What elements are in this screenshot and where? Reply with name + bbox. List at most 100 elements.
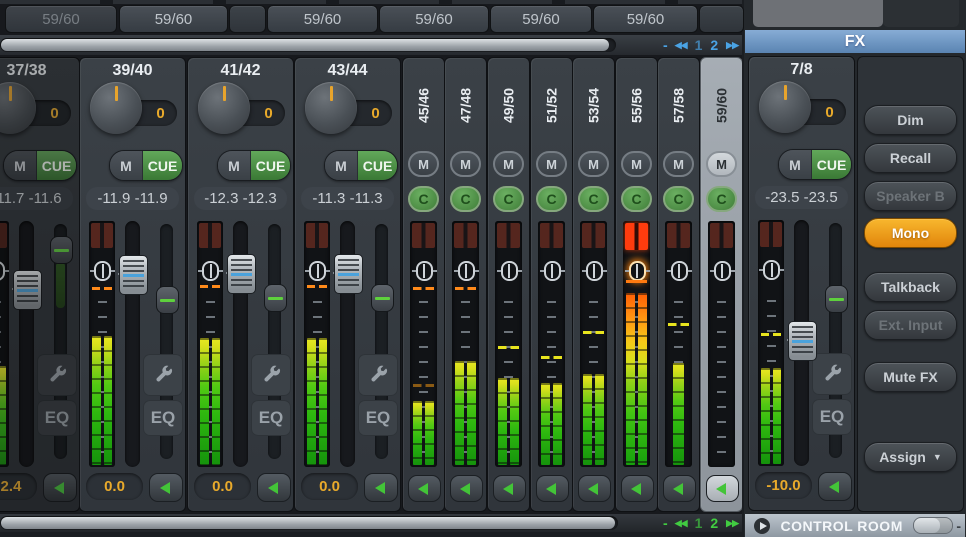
level-meter-track[interactable] <box>665 221 692 467</box>
scrollbar-thumb-top[interactable] <box>1 39 609 51</box>
pan-button[interactable] <box>257 473 291 502</box>
pan-button[interactable] <box>818 472 852 501</box>
scroll-first-icon[interactable]: ◀◀ <box>675 40 687 51</box>
mini-fader-zero-handle[interactable] <box>671 261 688 281</box>
cue-button[interactable]: CUE <box>143 151 182 180</box>
volume-fader-handle[interactable] <box>334 254 363 294</box>
fader-gain-value[interactable]: 0.0 <box>301 473 358 500</box>
fx-send-handle[interactable] <box>156 286 179 314</box>
recall-button[interactable]: Recall <box>864 143 957 173</box>
dim-button[interactable]: Dim <box>864 105 957 135</box>
mini-fader-zero-handle[interactable] <box>544 261 561 281</box>
mute-button[interactable]: M <box>536 151 567 177</box>
volume-fader-handle[interactable] <box>119 255 148 295</box>
horizontal-scrollbar-top[interactable] <box>0 38 616 52</box>
cue-button[interactable]: CUE <box>251 151 290 180</box>
control-room-toggle[interactable] <box>913 517 953 534</box>
scroll-last-icon[interactable]: ▶▶ <box>726 518 738 529</box>
pan-button[interactable] <box>43 473 77 502</box>
output-tab-spacer[interactable] <box>229 5 266 33</box>
scroll-last-icon[interactable]: ▶▶ <box>726 40 738 51</box>
output-assign-tab[interactable]: 59/60 <box>490 5 592 33</box>
mute-button[interactable]: M <box>663 151 694 177</box>
level-meter-track[interactable] <box>452 221 479 467</box>
level-meter-track[interactable] <box>495 221 522 467</box>
pan-button[interactable] <box>149 473 183 502</box>
mute-button[interactable]: M <box>493 151 524 177</box>
ext-input-button[interactable]: Ext. Input <box>864 310 957 340</box>
page-button-1[interactable]: 1 <box>695 37 703 53</box>
mute-button[interactable]: M <box>218 151 251 180</box>
output-tab-spacer[interactable] <box>699 5 744 33</box>
cue-button[interactable]: C <box>706 186 737 212</box>
output-assign-tab[interactable]: 59/60 <box>593 5 698 33</box>
channel-settings-button[interactable] <box>143 354 183 396</box>
pan-button[interactable] <box>706 475 739 502</box>
mute-button[interactable]: M <box>450 151 481 177</box>
cue-button[interactable]: C <box>663 186 694 212</box>
mini-fader-zero-handle[interactable] <box>458 261 475 281</box>
scroll-first-icon[interactable]: ◀◀ <box>675 518 687 529</box>
cue-button[interactable]: C <box>536 186 567 212</box>
mini-fader-zero-handle[interactable] <box>501 261 518 281</box>
control-room-expand-button[interactable] <box>754 518 770 534</box>
eq-button[interactable]: EQ <box>37 400 77 436</box>
output-assign-tab[interactable]: 59/60 <box>379 5 489 33</box>
cue-button[interactable]: CUE <box>358 151 397 180</box>
pan-button[interactable] <box>364 473 398 502</box>
mini-fader-zero-handle[interactable] <box>629 261 646 281</box>
eq-button[interactable]: EQ <box>251 400 291 436</box>
output-assign-tab[interactable]: 59/60 <box>267 5 378 33</box>
gain-knob[interactable] <box>90 82 142 134</box>
cue-button[interactable]: C <box>450 186 481 212</box>
fx-send-handle[interactable] <box>825 285 848 313</box>
fader-gain-value[interactable]: -10.0 <box>755 472 812 499</box>
scroll-minus-button[interactable]: - <box>663 37 667 53</box>
cue-button[interactable]: CUE <box>37 151 76 180</box>
cue-button[interactable]: C <box>621 186 652 212</box>
gain-knob[interactable] <box>305 82 357 134</box>
gain-knob[interactable] <box>759 81 811 133</box>
cue-button[interactable]: C <box>578 186 609 212</box>
mini-fader-zero-handle[interactable] <box>416 261 433 281</box>
pan-button[interactable] <box>663 475 696 502</box>
scroll-minus-button[interactable]: - <box>663 515 667 531</box>
cue-button[interactable]: C <box>408 186 439 212</box>
fx-panel-title[interactable]: FX <box>745 30 965 53</box>
fx-send-handle[interactable] <box>50 236 73 264</box>
cue-button[interactable]: C <box>493 186 524 212</box>
level-meter-track[interactable] <box>538 221 565 467</box>
mini-fader-zero-handle[interactable] <box>714 261 731 281</box>
eq-button[interactable]: EQ <box>143 400 183 436</box>
talkback-button[interactable]: Talkback <box>864 272 957 302</box>
fader-track[interactable] <box>19 221 34 467</box>
level-meter-track[interactable] <box>580 221 607 467</box>
gain-knob[interactable] <box>0 82 36 134</box>
level-meter-track[interactable] <box>708 221 735 467</box>
pan-button[interactable] <box>408 475 441 502</box>
cue-button[interactable]: CUE <box>812 150 851 179</box>
mute-fx-button[interactable]: Mute FX <box>864 362 957 392</box>
page-button-2[interactable]: 2 <box>710 37 718 53</box>
assign-button[interactable]: Assign▼ <box>864 442 957 472</box>
fader-gain-value[interactable]: 0.0 <box>86 473 143 500</box>
mute-button[interactable]: M <box>578 151 609 177</box>
pan-button[interactable] <box>493 475 526 502</box>
pan-button[interactable] <box>450 475 483 502</box>
gain-knob[interactable] <box>198 82 250 134</box>
horizontal-scrollbar-bottom[interactable] <box>0 516 618 530</box>
channel-settings-button[interactable] <box>812 353 852 395</box>
volume-fader-handle[interactable] <box>227 254 256 294</box>
fader-gain-value[interactable]: -2.4 <box>0 473 37 500</box>
mono-button[interactable]: Mono <box>864 218 957 248</box>
mini-fader-zero-handle[interactable] <box>586 261 603 281</box>
eq-button[interactable]: EQ <box>812 399 852 435</box>
control-room-minimize[interactable]: - <box>956 518 961 534</box>
mute-button[interactable]: M <box>779 150 812 179</box>
mute-button[interactable]: M <box>408 151 439 177</box>
fx-send-handle[interactable] <box>371 284 394 312</box>
fader-gain-value[interactable]: 0.0 <box>194 473 251 500</box>
output-assign-tab[interactable]: 59/60 <box>119 5 228 33</box>
mute-button[interactable]: M <box>621 151 652 177</box>
channel-settings-button[interactable] <box>37 354 77 396</box>
